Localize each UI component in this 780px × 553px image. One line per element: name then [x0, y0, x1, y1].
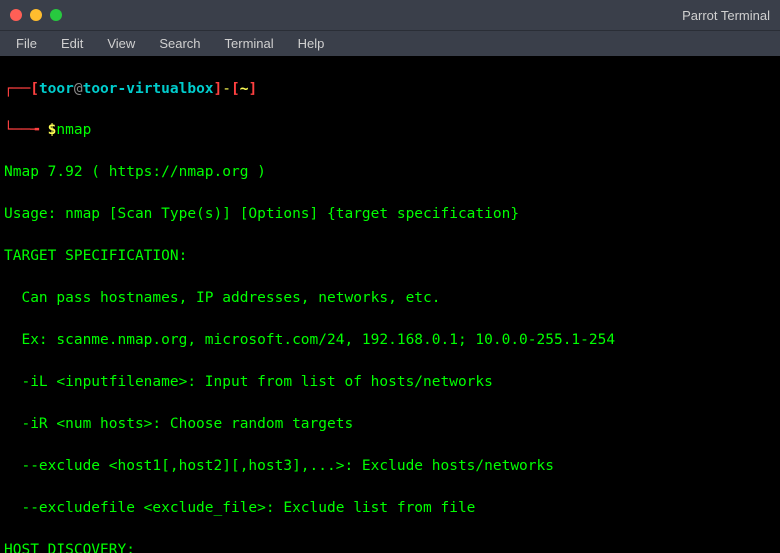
minimize-icon[interactable] — [30, 9, 42, 21]
menubar: File Edit View Search Terminal Help — [0, 30, 780, 56]
menu-help[interactable]: Help — [288, 34, 335, 53]
output-line: Nmap 7.92 ( https://nmap.org ) — [4, 162, 776, 183]
prompt-line-1: ┌──[toor@toor-virtualbox]-[~] — [4, 79, 776, 99]
output-line: Can pass hostnames, IP addresses, networ… — [4, 288, 776, 309]
window-controls — [10, 9, 62, 21]
output-line: TARGET SPECIFICATION: — [4, 246, 776, 267]
titlebar: Parrot Terminal — [0, 0, 780, 30]
menu-file[interactable]: File — [6, 34, 47, 53]
window-title: Parrot Terminal — [682, 8, 770, 23]
maximize-icon[interactable] — [50, 9, 62, 21]
output-line: -iR <num hosts>: Choose random targets — [4, 414, 776, 435]
prompt-line-2: └──╼ $nmap — [4, 120, 776, 140]
close-icon[interactable] — [10, 9, 22, 21]
output-line: --exclude <host1[,host2][,host3],...>: E… — [4, 456, 776, 477]
output-line: HOST DISCOVERY: — [4, 540, 776, 553]
menu-edit[interactable]: Edit — [51, 34, 93, 53]
menu-terminal[interactable]: Terminal — [215, 34, 284, 53]
output-line: Usage: nmap [Scan Type(s)] [Options] {ta… — [4, 204, 776, 225]
output-line: --excludefile <exclude_file>: Exclude li… — [4, 498, 776, 519]
menu-search[interactable]: Search — [149, 34, 210, 53]
output-line: Ex: scanme.nmap.org, microsoft.com/24, 1… — [4, 330, 776, 351]
terminal-area[interactable]: ┌──[toor@toor-virtualbox]-[~] └──╼ $nmap… — [0, 56, 780, 553]
menu-view[interactable]: View — [97, 34, 145, 53]
output-line: -iL <inputfilename>: Input from list of … — [4, 372, 776, 393]
